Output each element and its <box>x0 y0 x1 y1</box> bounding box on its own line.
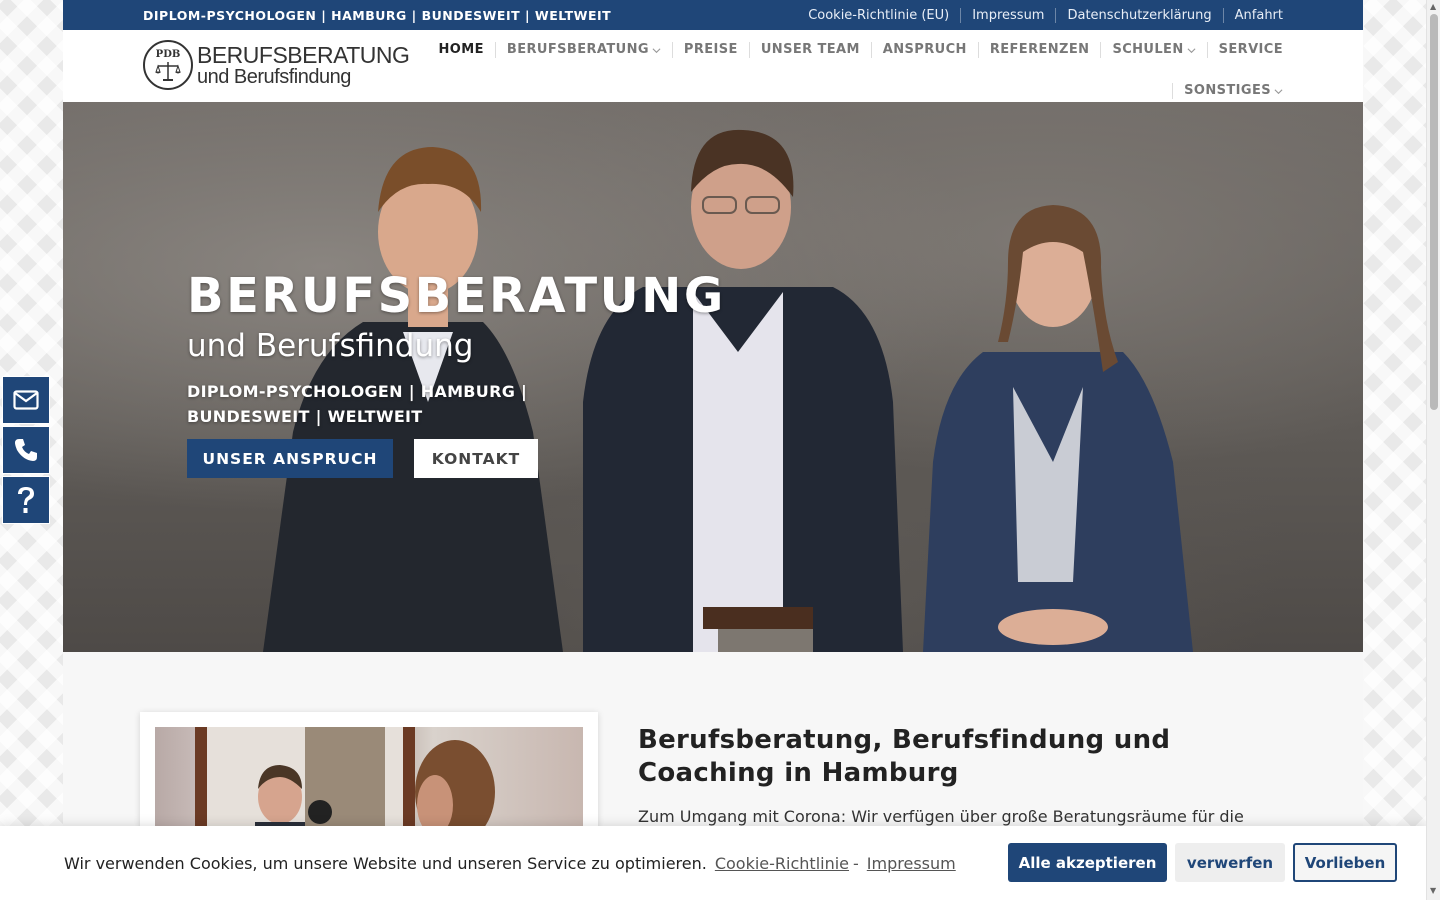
hero-tagline: DIPLOM-PSYCHOLOGEN | HAMBURG | BUNDESWEI… <box>187 382 528 427</box>
top-bar-tagline: DIPLOM-PSYCHOLOGEN | HAMBURG | BUNDESWEI… <box>143 7 612 23</box>
nav-item-unser-team[interactable]: UNSER TEAM <box>748 42 871 58</box>
logo-text: BERUFSBERATUNG und Berufsfindung <box>197 41 410 88</box>
scales-icon <box>155 61 181 81</box>
nav-item-label: SCHULEN <box>1112 42 1184 57</box>
chevron-down-icon <box>652 47 661 53</box>
phone-button[interactable] <box>2 426 50 474</box>
top-bar-links: Cookie-Richtlinie (EU) Impressum Datensc… <box>797 7 1283 23</box>
cookie-link-separator: - <box>853 853 859 873</box>
nav-item-service[interactable]: SERVICE <box>1206 42 1283 58</box>
site-header: PDB BERUFSBERATUNG und Berufsfindung HOM… <box>63 30 1363 102</box>
scrollbar-thumb[interactable] <box>1430 14 1438 410</box>
hero-banner: BERUFSBERATUNG und Berufsfindung DIPLOM-… <box>63 102 1363 652</box>
scroll-down-arrow-icon[interactable]: ▼ <box>1430 886 1436 895</box>
kontakt-button[interactable]: KONTAKT <box>414 439 538 479</box>
nav-item-preise[interactable]: PREISE <box>671 42 749 58</box>
hero-subtitle: und Berufsfindung <box>187 328 474 364</box>
content-image-card <box>140 712 598 842</box>
content-title: Berufsberatung, Berufsfindung und Coachi… <box>638 725 1171 788</box>
nav-item-label: REFERENZEN <box>989 42 1090 57</box>
page-scrollbar[interactable]: ▲ ▼ <box>1426 0 1440 900</box>
content-text: Zum Umgang mit Corona: Wir verfügen über… <box>638 807 1244 826</box>
impressum-link[interactable]: Impressum <box>960 7 1055 23</box>
nav-item-label: UNSER TEAM <box>760 42 860 57</box>
top-bar: DIPLOM-PSYCHOLOGEN | HAMBURG | BUNDESWEI… <box>63 0 1363 30</box>
main-nav-row-1: HOME BERUFSBERATUNG PREISE UNSER TEAM AN… <box>423 30 1283 70</box>
nav-item-label: BERUFSBERATUNG <box>506 42 649 57</box>
site-logo[interactable]: PDB BERUFSBERATUNG und Berufsfindung <box>143 40 410 90</box>
preferences-button[interactable]: Vorlieben <box>1293 843 1397 882</box>
hero-title: BERUFSBERATUNG <box>187 268 726 324</box>
nav-item-home[interactable]: HOME <box>428 42 495 58</box>
reject-button[interactable]: verwerfen <box>1175 843 1285 882</box>
faq-button[interactable] <box>2 476 50 524</box>
side-contact-bar <box>2 376 50 526</box>
unser-anspruch-button[interactable]: UNSER ANSPRUCH <box>187 439 393 479</box>
nav-item-label: SONSTIGES <box>1184 83 1271 98</box>
impressum-banner-link[interactable]: Impressum <box>867 854 956 873</box>
nav-item-label: PREISE <box>683 42 738 57</box>
nav-item-label: HOME <box>438 42 484 57</box>
envelope-icon <box>13 390 39 410</box>
consultation-photo <box>155 727 583 837</box>
main-nav: HOME BERUFSBERATUNG PREISE UNSER TEAM AN… <box>423 30 1283 111</box>
cookie-message: Wir verwenden Cookies, um unsere Website… <box>64 853 707 873</box>
nav-item-referenzen[interactable]: REFERENZEN <box>977 42 1101 58</box>
cookie-policy-banner-link[interactable]: Cookie-Richtlinie <box>715 854 849 873</box>
logo-line-1: BERUFSBERATUNG <box>197 41 410 68</box>
cookie-policy-link[interactable]: Cookie-Richtlinie (EU) <box>797 8 960 23</box>
privacy-link[interactable]: Datenschutzerklärung <box>1055 7 1222 23</box>
cookie-buttons: Alle akzeptieren verwerfen Vorlieben <box>1008 843 1397 882</box>
nav-item-label: SERVICE <box>1218 42 1283 57</box>
nav-item-berufsberatung[interactable]: BERUFSBERATUNG <box>494 42 672 58</box>
page-wrapper: DIPLOM-PSYCHOLOGEN | HAMBURG | BUNDESWEI… <box>63 0 1363 900</box>
logo-line-2: und Berufsfindung <box>197 65 351 88</box>
question-icon <box>18 487 34 513</box>
nav-item-anspruch[interactable]: ANSPRUCH <box>870 42 978 58</box>
scroll-up-arrow-icon[interactable]: ▲ <box>1430 2 1436 11</box>
consultation-photo-art <box>195 727 495 837</box>
chevron-down-icon <box>1187 47 1196 53</box>
cookie-banner: Wir verwenden Cookies, um unsere Website… <box>0 826 1426 900</box>
nav-item-schulen[interactable]: SCHULEN <box>1100 42 1206 58</box>
nav-item-sonstiges[interactable]: SONSTIGES <box>1172 83 1283 99</box>
chevron-down-icon <box>1274 88 1283 94</box>
nav-item-label: ANSPRUCH <box>882 42 967 57</box>
hero-content: BERUFSBERATUNG und Berufsfindung DIPLOM-… <box>187 268 726 479</box>
phone-icon <box>15 439 37 461</box>
accept-all-button[interactable]: Alle akzeptieren <box>1008 843 1167 882</box>
logo-emblem-text: PDB <box>155 48 181 60</box>
directions-link[interactable]: Anfahrt <box>1222 7 1283 23</box>
hero-buttons: UNSER ANSPRUCH KONTAKT <box>187 439 726 479</box>
email-button[interactable] <box>2 376 50 424</box>
logo-emblem: PDB <box>143 40 193 90</box>
